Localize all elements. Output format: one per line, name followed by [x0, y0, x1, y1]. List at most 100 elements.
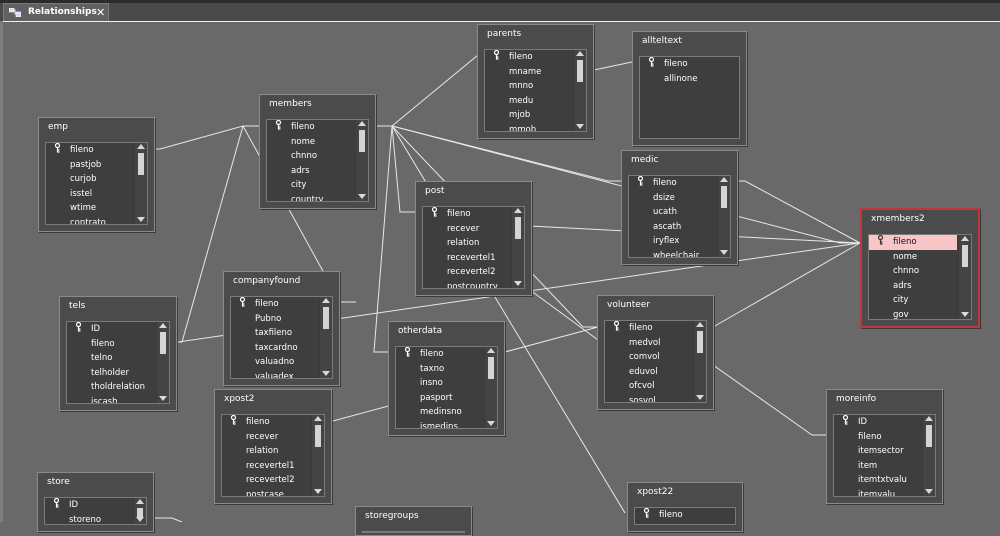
scroll-down-arrow-icon[interactable] — [720, 250, 728, 255]
field-row[interactable]: recever — [222, 430, 310, 445]
field-row[interactable]: adrs — [267, 164, 354, 179]
field-list-scrollbar[interactable] — [693, 321, 706, 402]
field-row[interactable]: tholdrelation — [67, 380, 155, 395]
field-row[interactable]: fileno — [423, 207, 510, 222]
scroll-up-arrow-icon[interactable] — [136, 499, 144, 504]
field-row[interactable]: nome — [869, 250, 957, 265]
field-row[interactable]: medu — [485, 94, 572, 109]
table-medic[interactable]: medic fileno dsize ucath ascath iryflex wheelc… — [621, 150, 738, 265]
field-list[interactable]: fileno dsize ucath ascath iryflex wheelchair — [628, 175, 731, 258]
field-list-scrollbar[interactable] — [156, 322, 169, 403]
field-row[interactable]: fileno — [46, 143, 133, 158]
field-row[interactable]: recever — [423, 222, 510, 237]
field-row[interactable]: dsize — [629, 191, 716, 206]
field-list-scrollbar[interactable] — [311, 415, 324, 496]
field-list[interactable]: fileno recever relation recevertel1 recevert… — [221, 414, 325, 497]
scroll-thumb[interactable] — [962, 245, 968, 267]
table-store[interactable]: store ID storeno — [37, 472, 154, 532]
field-row[interactable]: eduvol — [605, 365, 692, 380]
field-row[interactable]: nome — [267, 135, 354, 150]
field-row[interactable]: chnno — [869, 264, 957, 279]
scroll-down-arrow-icon[interactable] — [576, 124, 584, 129]
scroll-down-arrow-icon[interactable] — [514, 281, 522, 286]
field-row[interactable]: postcase — [222, 488, 310, 496]
field-row[interactable]: relation — [423, 236, 510, 251]
field-row[interactable]: wheelchair — [629, 249, 716, 257]
scroll-thumb[interactable] — [488, 357, 494, 379]
field-row[interactable]: Pubno — [231, 312, 318, 327]
scroll-down-arrow-icon[interactable] — [314, 489, 322, 494]
table-volunteer[interactable]: volunteer fileno medvol comvol eduvol ofcvol s… — [597, 295, 714, 410]
scroll-thumb[interactable] — [138, 153, 144, 175]
field-list[interactable]: fileno nome chnno adrs city country — [266, 119, 369, 202]
field-list[interactable]: fileno nome chnno adrs city gov — [868, 234, 972, 320]
field-row[interactable]: itemsector — [834, 444, 921, 459]
scroll-down-arrow-icon[interactable] — [322, 371, 330, 376]
field-row[interactable]: comvol — [605, 350, 692, 365]
field-list[interactable]: fileno taxno insno pasport medinsno ismedins — [395, 346, 498, 429]
field-row[interactable]: itemvalu — [834, 488, 921, 496]
field-row[interactable]: ofcvol — [605, 379, 692, 394]
field-row[interactable]: fileno — [869, 235, 957, 250]
field-row[interactable]: iryflex — [629, 234, 716, 249]
field-row[interactable]: fileno — [640, 57, 725, 72]
scroll-thumb[interactable] — [315, 425, 321, 447]
field-row[interactable]: fileno — [605, 321, 692, 336]
scroll-up-arrow-icon[interactable] — [322, 298, 330, 303]
field-row[interactable]: postcountry — [423, 280, 510, 288]
field-row[interactable]: ismedins — [396, 420, 483, 428]
field-row[interactable]: fileno — [267, 120, 354, 135]
field-row[interactable]: city — [267, 178, 354, 193]
field-list[interactable]: fileno — [634, 507, 736, 525]
table-xpost22[interactable]: xpost22 fileno — [627, 482, 743, 532]
field-row[interactable]: insno — [396, 376, 483, 391]
field-list[interactable]: fileno mname mnno medu mjob mmob — [484, 49, 587, 132]
field-list-scrollbar[interactable] — [134, 143, 147, 224]
field-row[interactable]: sosvol — [605, 394, 692, 402]
scroll-thumb[interactable] — [160, 332, 166, 354]
scroll-down-arrow-icon[interactable] — [136, 517, 144, 522]
field-row[interactable]: fileno — [635, 508, 721, 523]
field-row[interactable]: mmob — [485, 123, 572, 131]
scroll-up-arrow-icon[interactable] — [961, 236, 969, 241]
field-row[interactable]: taxfileno — [231, 326, 318, 341]
field-list-scrollbar[interactable] — [319, 297, 332, 378]
field-row[interactable]: valuadno — [231, 355, 318, 370]
field-row[interactable]: fileno — [396, 347, 483, 362]
table-storegroups[interactable]: storegroups — [355, 506, 472, 536]
field-row[interactable]: telno — [67, 351, 155, 366]
scroll-down-arrow-icon[interactable] — [137, 217, 145, 222]
field-row[interactable]: ID — [67, 322, 155, 337]
field-row[interactable]: taxno — [396, 362, 483, 377]
field-list[interactable]: fileno allinone — [639, 56, 740, 139]
scroll-up-arrow-icon[interactable] — [925, 416, 933, 421]
field-row[interactable]: city — [869, 293, 957, 308]
field-list[interactable]: fileno recever relation recevertel1 recevert… — [422, 206, 525, 289]
field-row[interactable]: pastjob — [46, 158, 133, 173]
field-row[interactable]: recevertel2 — [222, 473, 310, 488]
scroll-thumb[interactable] — [359, 130, 365, 152]
field-row[interactable]: medinsno — [396, 405, 483, 420]
table-post[interactable]: post fileno recever relation recevertel1 rece… — [415, 181, 532, 296]
field-row[interactable]: fileno — [222, 415, 310, 430]
table-otherdata[interactable]: otherdata fileno taxno insno pasport medinsno… — [388, 321, 505, 436]
field-row[interactable]: curjob — [46, 172, 133, 187]
table-moreinfo[interactable]: moreinfo ID fileno itemsector item itemtxtval… — [826, 389, 943, 504]
field-row[interactable]: fileno — [67, 337, 155, 352]
scroll-down-arrow-icon[interactable] — [961, 312, 969, 317]
field-row[interactable]: taxcardno — [231, 341, 318, 356]
table-xpost2[interactable]: xpost2 fileno recever relation recevertel1 re… — [214, 389, 332, 504]
field-row[interactable]: chnno — [267, 149, 354, 164]
scroll-down-arrow-icon[interactable] — [159, 396, 167, 401]
field-list-scrollbar[interactable] — [484, 347, 497, 428]
table-emp[interactable]: emp fileno pastjob curjob isstel wtime contrat… — [38, 117, 155, 232]
field-row[interactable]: telholder — [67, 366, 155, 381]
field-list[interactable]: fileno pastjob curjob isstel wtime contrato — [45, 142, 148, 225]
scroll-up-arrow-icon[interactable] — [576, 51, 584, 56]
field-row[interactable]: allinone — [640, 72, 725, 87]
field-row[interactable]: recevertel1 — [222, 459, 310, 474]
table-tels[interactable]: tels ID fileno telno telholder tholdrelation i… — [59, 296, 177, 411]
field-row[interactable]: medvol — [605, 336, 692, 351]
scroll-up-arrow-icon[interactable] — [696, 322, 704, 327]
field-row[interactable]: ID — [45, 498, 132, 513]
